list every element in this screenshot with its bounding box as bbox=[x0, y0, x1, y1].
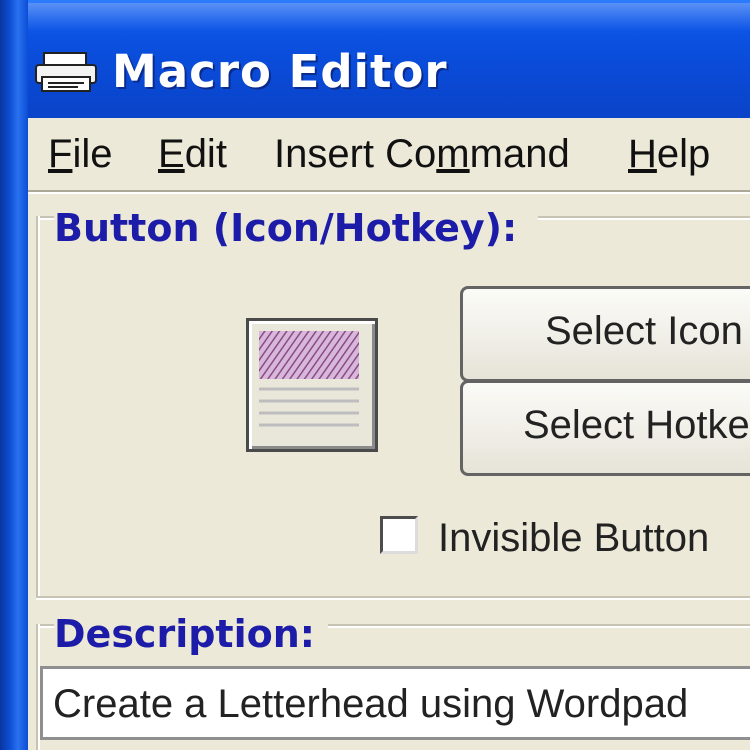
window-left-border bbox=[0, 0, 28, 750]
menu-file-rest: ile bbox=[72, 132, 113, 176]
invisible-button-label[interactable]: Invisible Button bbox=[438, 516, 709, 561]
button-group-border-bottom bbox=[36, 596, 750, 600]
menu-file[interactable]: File bbox=[48, 132, 112, 177]
button-group-border-top-right bbox=[538, 216, 750, 220]
invisible-button-checkbox[interactable] bbox=[380, 516, 418, 554]
select-hotkey-button-label: Select Hotkey bbox=[523, 403, 750, 447]
icon-preview[interactable] bbox=[246, 318, 378, 452]
menu-insert-command-rest: mand bbox=[469, 132, 570, 176]
printer-icon bbox=[35, 52, 97, 92]
menu-edit-mnemonic: E bbox=[158, 132, 185, 176]
button-group-label: Button (Icon/Hotkey): bbox=[54, 206, 524, 250]
button-group-border-left bbox=[36, 216, 40, 596]
title-bar[interactable]: Macro Editor bbox=[0, 0, 750, 121]
client-area: File Edit Insert Command Help Button (Ic… bbox=[28, 118, 750, 750]
select-icon-button-label: Select Icon bbox=[545, 309, 743, 353]
macro-editor-window: Macro Editor File Edit Insert Command He… bbox=[0, 0, 750, 750]
description-group-border-top-right bbox=[328, 624, 750, 628]
menu-help-mnemonic: H bbox=[628, 132, 657, 176]
menu-insert-command-mnemonic: m bbox=[436, 132, 470, 176]
window-title: Macro Editor bbox=[112, 45, 448, 98]
letterhead-icon bbox=[259, 331, 359, 427]
description-input[interactable]: Create a Letterhead using Wordpad bbox=[40, 666, 750, 740]
menu-separator bbox=[28, 190, 750, 194]
menu-help[interactable]: Help bbox=[628, 132, 710, 177]
description-group-label: Description: bbox=[54, 612, 321, 656]
select-hotkey-button[interactable]: Select Hotkey bbox=[460, 380, 750, 476]
menu-file-mnemonic: F bbox=[48, 132, 73, 176]
menu-bar: File Edit Insert Command Help bbox=[28, 118, 750, 190]
menu-edit-rest: dit bbox=[184, 132, 227, 176]
menu-help-rest: elp bbox=[656, 132, 711, 176]
menu-insert-command[interactable]: Insert Command bbox=[274, 132, 570, 177]
menu-insert-command-pre: Insert Co bbox=[274, 132, 437, 176]
select-icon-button[interactable]: Select Icon bbox=[460, 286, 750, 382]
menu-edit[interactable]: Edit bbox=[158, 132, 227, 177]
